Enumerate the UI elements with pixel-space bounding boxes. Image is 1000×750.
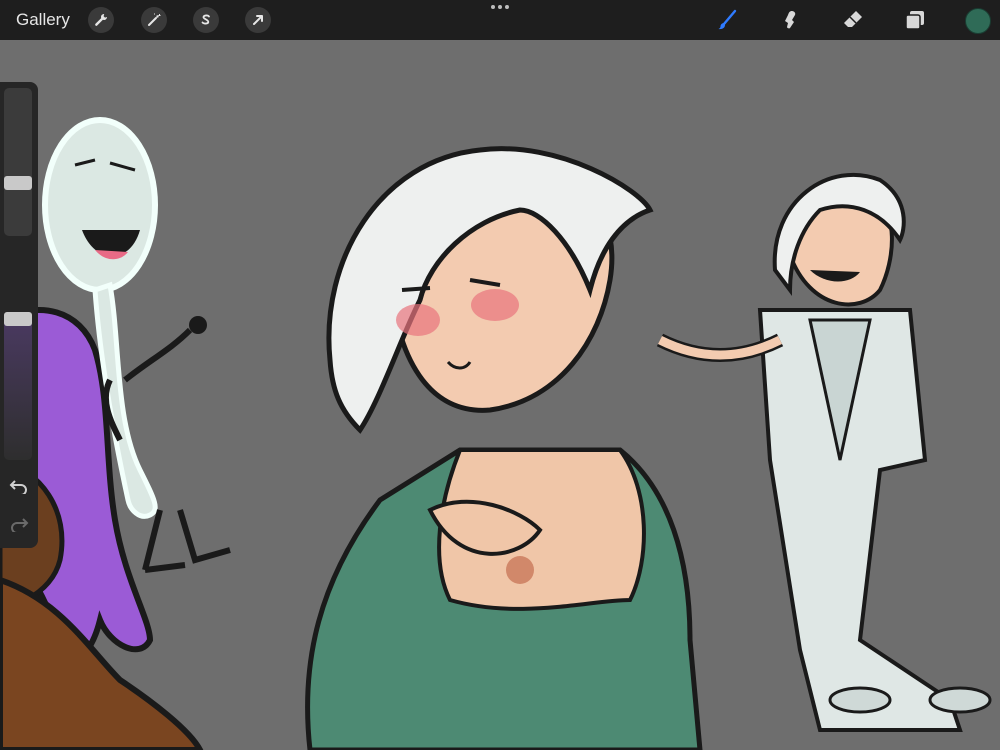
color-picker-swatch[interactable] [965, 8, 991, 34]
smudge-icon[interactable] [776, 6, 804, 34]
undo-icon[interactable] [9, 478, 29, 494]
top-toolbar: Gallery [0, 0, 1000, 40]
brush-icon[interactable] [713, 6, 741, 34]
redo-icon[interactable] [9, 516, 29, 532]
side-toolbar [0, 82, 38, 548]
transform-arrow-icon[interactable] [245, 7, 271, 33]
brush-size-thumb[interactable] [4, 176, 32, 190]
opacity-slider[interactable] [4, 312, 32, 460]
brush-size-slider[interactable] [4, 88, 32, 236]
eraser-icon[interactable] [839, 6, 867, 34]
drawing-canvas[interactable] [0, 40, 1000, 750]
selection-s-icon[interactable] [193, 7, 219, 33]
magic-wand-icon[interactable] [141, 7, 167, 33]
layers-icon[interactable] [901, 6, 929, 34]
wrench-icon[interactable] [88, 7, 114, 33]
gallery-button[interactable]: Gallery [16, 10, 70, 30]
opacity-thumb[interactable] [4, 312, 32, 326]
more-options-icon[interactable] [490, 5, 510, 13]
